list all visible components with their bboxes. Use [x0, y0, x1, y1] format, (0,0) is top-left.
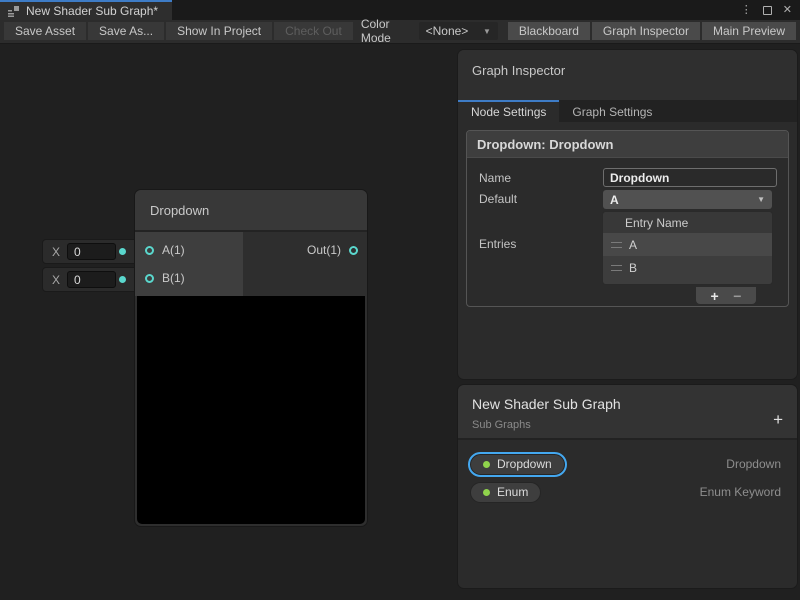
output-port-icon[interactable] [349, 246, 358, 255]
chevron-down-icon: ▼ [757, 195, 765, 204]
tab-new-shader-sub-graph[interactable]: New Shader Sub Graph* [0, 0, 172, 20]
blackboard-subtitle: Sub Graphs [472, 419, 783, 431]
default-dropdown[interactable]: A ▼ [603, 190, 772, 209]
inspector-header: Graph Inspector [458, 50, 797, 100]
input-widget-a[interactable]: X 0 [42, 239, 138, 264]
blackboard-row-enum: Enum Enum Keyword [470, 478, 781, 506]
drag-handle-icon[interactable] [611, 265, 622, 271]
name-input[interactable] [603, 168, 777, 187]
color-mode-value: <None> [426, 24, 469, 38]
color-mode-label: Color Mode [355, 22, 419, 40]
graph-inspector-toggle-button[interactable]: Graph Inspector [592, 22, 700, 40]
entries-label: Entries [479, 237, 603, 251]
subgraph-asset-icon [7, 5, 20, 18]
port-dot-icon[interactable] [119, 248, 126, 255]
input-port-a-label: A(1) [162, 243, 185, 257]
entries-footer: + − [615, 287, 756, 304]
check-out-button[interactable]: Check Out [274, 22, 353, 40]
chevron-down-icon: ▼ [483, 27, 491, 36]
blackboard-toggle-button[interactable]: Blackboard [508, 22, 590, 40]
keyword-dot-icon [483, 461, 490, 468]
input-port-a-icon[interactable] [145, 246, 154, 255]
pill-label: Dropdown [497, 457, 552, 471]
entry-name: B [629, 261, 637, 275]
shader-graph-window: New Shader Sub Graph* ⋮ ✕ Save Asset Sav… [0, 0, 800, 600]
blackboard-header: New Shader Sub Graph Sub Graphs + [458, 385, 797, 440]
main-preview-toggle-button[interactable]: Main Preview [702, 22, 796, 40]
input-port-row-a: A(1) [135, 236, 243, 264]
blackboard-title: New Shader Sub Graph [472, 396, 783, 412]
node-title[interactable]: Dropdown [135, 190, 367, 232]
port-dot-icon[interactable] [119, 276, 126, 283]
entries-table-filler [603, 279, 772, 284]
blackboard-row-dropdown: Dropdown Dropdown [470, 450, 781, 478]
node-output-section: Out(1) [243, 232, 367, 296]
input-port-b-icon[interactable] [145, 274, 154, 283]
keyword-dot-icon [483, 489, 490, 496]
default-row: Default A ▼ [479, 189, 772, 209]
axis-label: X [52, 273, 60, 287]
window-controls: ⋮ ✕ [741, 0, 792, 20]
color-mode-dropdown[interactable]: <None> ▼ [419, 22, 498, 40]
remove-entry-button[interactable]: − [733, 289, 741, 303]
property-type-label: Dropdown [726, 457, 781, 471]
dropdown-node[interactable]: Dropdown A(1) B(1) Out(1) [135, 190, 367, 526]
close-icon[interactable]: ✕ [783, 5, 792, 16]
tab-node-settings[interactable]: Node Settings [458, 100, 559, 122]
default-label: Default [479, 192, 603, 206]
value-field[interactable]: 0 [67, 243, 116, 260]
name-row: Name [479, 168, 772, 187]
node-body: A(1) B(1) Out(1) [135, 232, 367, 296]
tab-title: New Shader Sub Graph* [26, 4, 158, 18]
show-in-project-button[interactable]: Show In Project [166, 22, 272, 40]
name-label: Name [479, 171, 603, 185]
enum-property-pill[interactable]: Enum [470, 482, 541, 503]
toolbar: Save Asset Save As... Show In Project Ch… [0, 20, 800, 44]
add-entry-button[interactable]: + [711, 289, 719, 303]
graph-inspector-panel: Graph Inspector Node Settings Graph Sett… [458, 50, 797, 379]
pill-label: Enum [497, 485, 528, 499]
dropdown-property-pill[interactable]: Dropdown [470, 454, 565, 475]
default-value: A [610, 193, 619, 207]
save-asset-button[interactable]: Save Asset [4, 22, 86, 40]
save-as-button[interactable]: Save As... [88, 22, 164, 40]
entry-row-a[interactable]: A [603, 233, 772, 256]
entries-table: Entry Name A B [603, 212, 772, 284]
node-input-section: A(1) B(1) [135, 232, 243, 296]
property-type-label: Enum Keyword [700, 485, 781, 499]
value-field[interactable]: 0 [67, 271, 116, 288]
inspector-tabs: Node Settings Graph Settings [458, 100, 797, 122]
tab-graph-settings[interactable]: Graph Settings [559, 100, 665, 122]
entry-name: A [629, 238, 637, 252]
window-menu-icon[interactable]: ⋮ [741, 5, 752, 16]
entries-column-header: Entry Name [603, 212, 772, 233]
input-port-row-b: B(1) [135, 264, 243, 292]
section-title: Dropdown: Dropdown [467, 131, 788, 158]
axis-label: X [52, 245, 60, 259]
output-port-label: Out(1) [307, 243, 341, 257]
section-rows: Name Default A ▼ Entries Entry Name [467, 158, 788, 304]
entries-buttons: + − [696, 287, 756, 304]
drag-handle-icon[interactable] [611, 242, 622, 248]
entries-row: Entries Entry Name A B [479, 211, 772, 284]
dropdown-settings-section: Dropdown: Dropdown Name Default A ▼ Entr… [466, 130, 789, 307]
inspector-title: Graph Inspector [472, 63, 797, 78]
entry-row-b[interactable]: B [603, 256, 772, 279]
output-port-row: Out(1) [243, 236, 367, 264]
maximize-icon[interactable] [763, 6, 772, 15]
node-preview [137, 296, 365, 524]
input-widget-b[interactable]: X 0 [42, 267, 138, 292]
add-property-button[interactable]: + [773, 411, 783, 428]
input-port-b-label: B(1) [162, 271, 185, 285]
blackboard-panel: New Shader Sub Graph Sub Graphs + Dropdo… [458, 385, 797, 588]
blackboard-rows: Dropdown Dropdown Enum Enum Keyword [458, 440, 797, 506]
